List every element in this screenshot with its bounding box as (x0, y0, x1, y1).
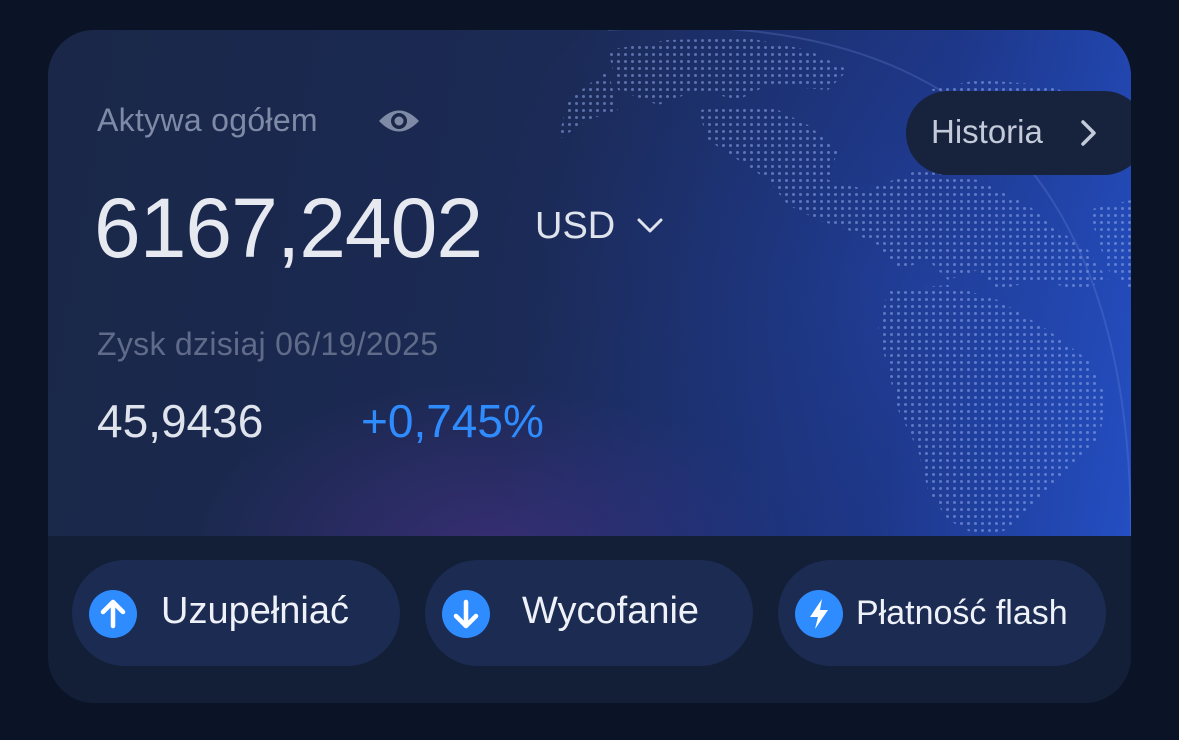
lightning-icon (795, 590, 843, 638)
arrow-down-icon (442, 590, 490, 638)
assets-card: Aktywa ogółem Historia 6167,2402 USD Zys… (48, 30, 1131, 703)
deposit-button-label: Uzupełniać (161, 590, 349, 632)
total-balance-value: 6167,2402 (94, 181, 483, 275)
withdraw-button-label: Wycofanie (522, 590, 700, 632)
chevron-down-icon (637, 218, 663, 233)
flash-payment-button-label: Płatność flash (856, 594, 1068, 632)
total-assets-label: Aktywa ogółem (97, 102, 318, 138)
today-profit-label: Zysk dzisiaj 06/19/2025 (97, 326, 439, 362)
today-profit-value: 45,9436 (97, 395, 264, 447)
today-profit-percent: +0,745% (361, 395, 544, 447)
assets-summary-panel: Aktywa ogółem Historia 6167,2402 USD Zys… (48, 30, 1131, 536)
history-button-label: Historia (931, 113, 1043, 150)
chevron-right-icon (1081, 120, 1096, 146)
history-button[interactable]: Historia (906, 91, 1131, 175)
withdraw-button[interactable]: Wycofanie (425, 560, 753, 666)
arrow-up-icon (89, 590, 137, 638)
flash-payment-button[interactable]: Płatność flash (778, 560, 1106, 666)
currency-label: USD (535, 205, 616, 247)
deposit-button[interactable]: Uzupełniać (72, 560, 400, 666)
eye-icon[interactable] (378, 106, 420, 136)
